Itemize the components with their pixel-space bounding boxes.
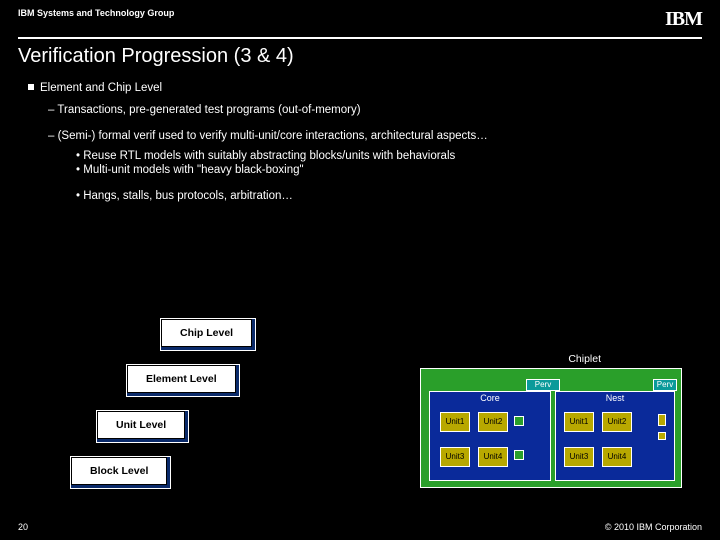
box-block-level-label: Block Level xyxy=(71,457,167,485)
bullet-l3a-text: Reuse RTL models with suitably abstracti… xyxy=(83,150,455,162)
box-element-level-label: Element Level xyxy=(127,365,236,393)
slide-title: Verification Progression (3 & 4) xyxy=(0,45,720,82)
nest-label: Nest xyxy=(556,392,674,404)
perv-box-2: Perv xyxy=(653,379,677,391)
nest-small-1 xyxy=(658,414,666,426)
core-box: Core Unit1 Unit2 Unit3 Unit4 xyxy=(429,391,551,481)
bullet-l3b-text: Multi-unit models with "heavy black-boxi… xyxy=(83,164,303,176)
core-unit4: Unit4 xyxy=(478,447,508,467)
nest-unit4: Unit4 xyxy=(602,447,632,467)
nest-box: Nest Unit1 Unit2 Unit3 Unit4 xyxy=(555,391,675,481)
bullet-l2a: Transactions, pre-generated test program… xyxy=(48,104,692,116)
bullet-l3c-text: Hangs, stalls, bus protocols, arbitratio… xyxy=(83,190,293,202)
header-group: IBM Systems and Technology Group xyxy=(18,8,174,18)
bullet-l2b: (Semi-) formal verif used to verify mult… xyxy=(48,130,692,142)
bullet-l3a: Reuse RTL models with suitably abstracti… xyxy=(76,150,692,162)
bullet-l3b: Multi-unit models with "heavy black-boxi… xyxy=(76,164,692,176)
bullet-l3c: Hangs, stalls, bus protocols, arbitratio… xyxy=(76,190,692,202)
core-unit1: Unit1 xyxy=(440,412,470,432)
nest-unit1: Unit1 xyxy=(564,412,594,432)
box-block-level: Block Level xyxy=(70,456,171,489)
core-small-2 xyxy=(514,450,524,460)
core-unit2: Unit2 xyxy=(478,412,508,432)
ibm-logo: IBM xyxy=(665,8,702,31)
page-number: 20 xyxy=(18,522,28,532)
box-element-level: Element Level xyxy=(126,364,240,397)
copyright: © 2010 IBM Corporation xyxy=(605,522,702,532)
core-small-1 xyxy=(514,416,524,426)
chiplet-label: Chiplet xyxy=(568,353,601,365)
box-unit-level-label: Unit Level xyxy=(97,411,185,439)
bullet-l2b-text: (Semi-) formal verif used to verify mult… xyxy=(58,130,488,142)
header-rule xyxy=(18,37,702,39)
box-unit-level: Unit Level xyxy=(96,410,189,443)
perv-box-1: Perv xyxy=(526,379,560,391)
nest-small-2 xyxy=(658,432,666,440)
chiplet-diagram: Chiplet Perv Perv Core Unit1 Unit2 Unit3… xyxy=(420,368,682,488)
nest-unit3: Unit3 xyxy=(564,447,594,467)
box-chip-level-label: Chip Level xyxy=(161,319,252,347)
core-label: Core xyxy=(430,392,550,404)
box-chip-level: Chip Level xyxy=(160,318,256,351)
bullet-l1: Element and Chip Level xyxy=(28,82,692,94)
nest-unit2: Unit2 xyxy=(602,412,632,432)
core-unit3: Unit3 xyxy=(440,447,470,467)
bullet-l1-text: Element and Chip Level xyxy=(40,82,162,94)
content-area: Element and Chip Level Transactions, pre… xyxy=(0,82,720,202)
bullet-l2a-text: Transactions, pre-generated test program… xyxy=(57,104,360,116)
